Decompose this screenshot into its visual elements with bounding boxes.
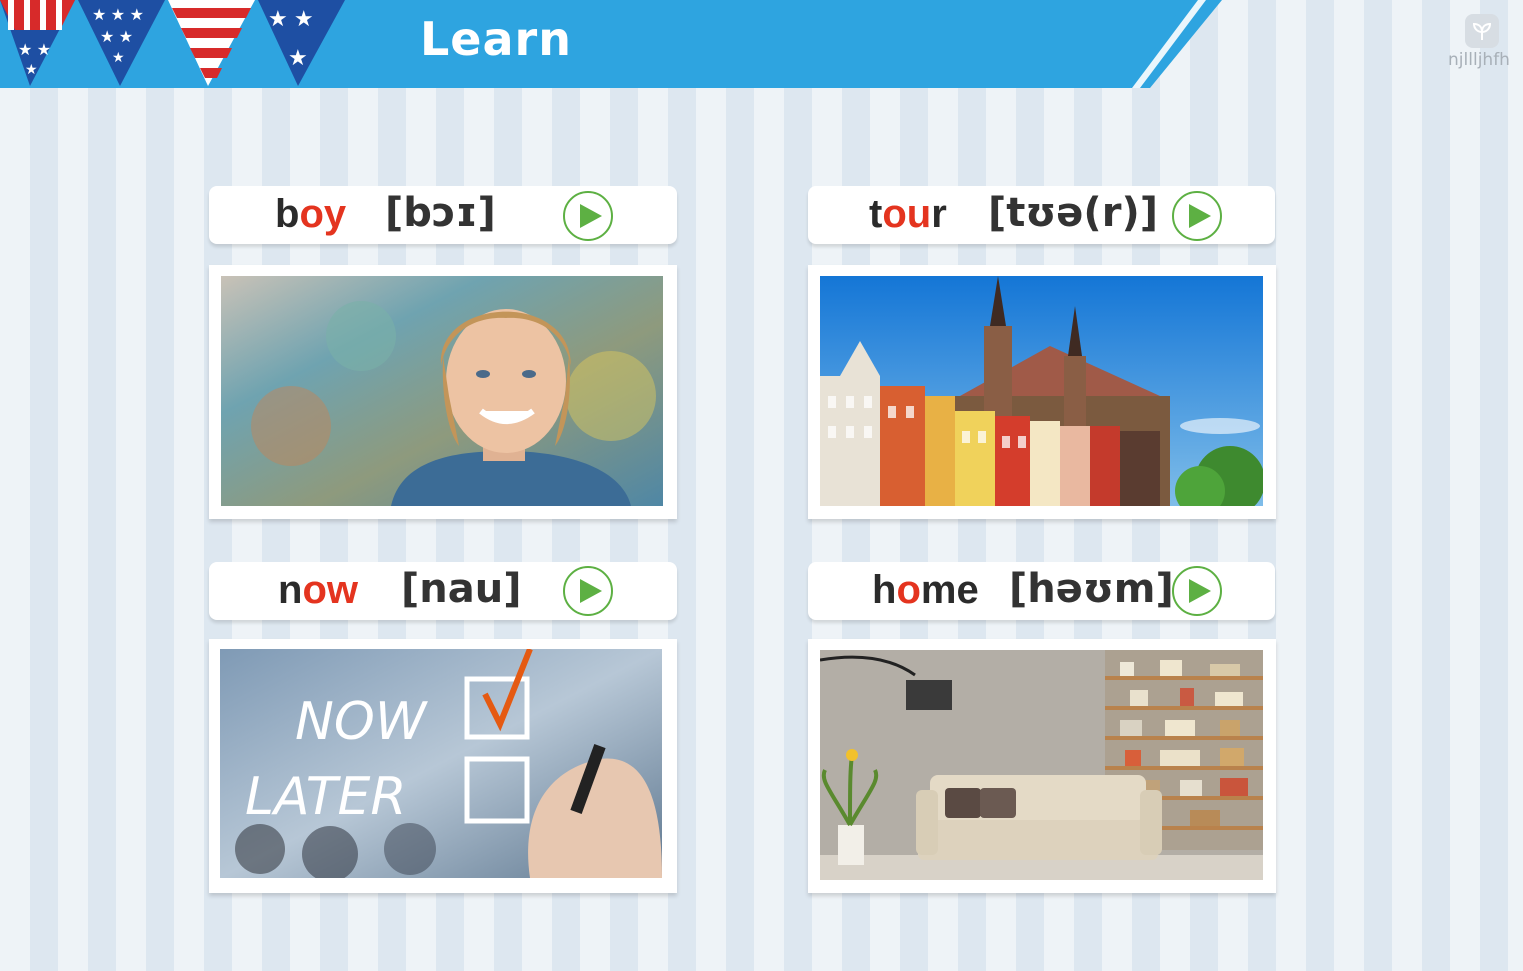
play-button-boy[interactable] [563,191,613,241]
play-icon [579,204,602,228]
word-bar-tour: tour [tʊə(r)] [808,186,1275,244]
banner-background: ★ ★ ★ ★ ★ ★ ★ ★ ★ ★ ★ ★ [0,0,1222,88]
phonetic-label: [tʊə(r)] [988,190,1158,236]
photo-text-now: NOW [295,692,429,752]
phonetic-label: [həʊm] [1009,566,1174,612]
word-highlight: o [896,568,921,612]
word-label: tour [869,192,947,236]
svg-text:★: ★ [112,49,125,65]
boy-photo [221,276,663,506]
watermark: njllljhfh [1446,14,1518,70]
play-button-tour[interactable] [1172,191,1222,241]
watermark-text: njllljhfh [1448,50,1510,70]
photo-card-tour [808,265,1276,519]
word-label: boy [275,192,347,236]
play-icon [1188,579,1211,603]
photo-text-later: LATER [245,767,407,827]
word-bar-boy: boy [bɔɪ] [209,186,677,244]
page-title: Learn [420,12,572,66]
header-banner: ★ ★ ★ ★ ★ ★ ★ ★ ★ ★ ★ ★ Learn [0,0,1523,90]
home-photo [820,650,1263,880]
tour-photo [820,276,1263,506]
word-bar-now: now [nau] [209,562,677,620]
svg-text:★: ★ [25,61,38,77]
phonetic-label: [bɔɪ] [385,190,496,236]
word-label: home [872,568,979,612]
word-highlight: ow [302,568,358,612]
phonetic-label: [nau] [401,566,522,612]
play-icon [1188,204,1211,228]
word-highlight: ou [882,192,932,236]
play-icon [579,579,602,603]
play-button-now[interactable] [563,566,613,616]
word-bar-home: home [həʊm] [808,562,1275,620]
svg-text:★ ★: ★ ★ [100,29,133,46]
word-label: now [278,568,358,612]
play-button-home[interactable] [1172,566,1222,616]
now-photo: NOW LATER [220,649,662,878]
svg-text:★: ★ [288,45,308,70]
svg-text:★ ★: ★ ★ [18,42,51,59]
photo-card-boy [209,265,677,519]
word-highlight: oy [299,192,347,236]
photo-card-home [808,639,1276,893]
photo-card-now: NOW LATER [209,639,677,893]
leaf-logo-icon [1465,14,1499,48]
svg-text:★ ★ ★: ★ ★ ★ [92,7,144,24]
svg-text:★ ★: ★ ★ [268,6,314,31]
